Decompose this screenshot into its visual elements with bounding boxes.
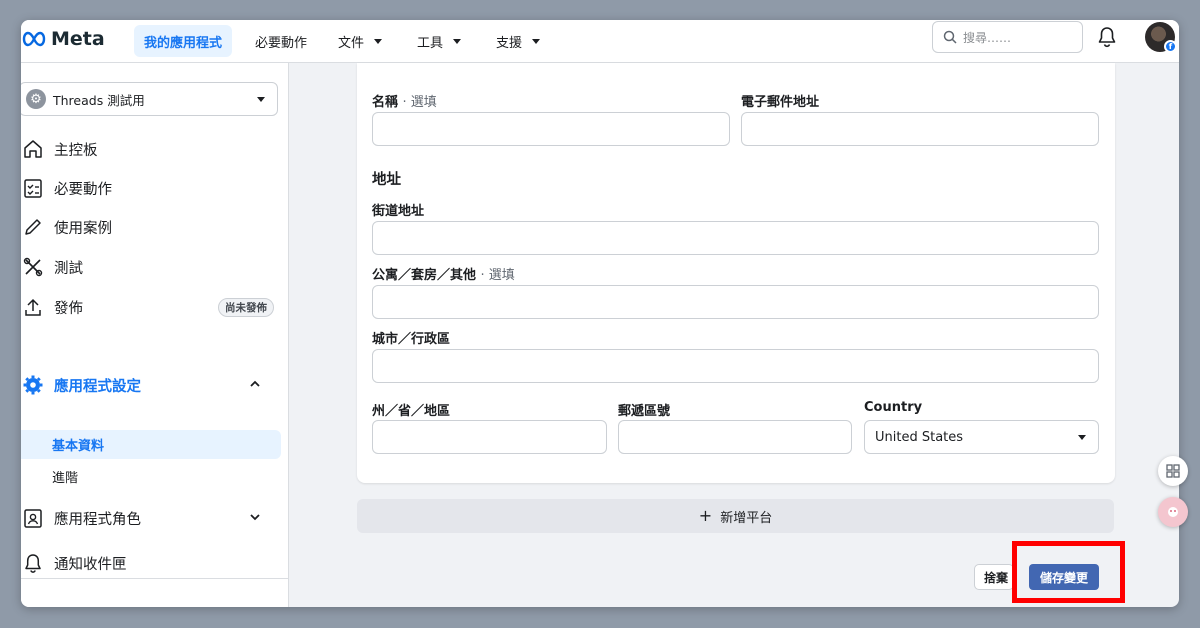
sidebar-divider bbox=[21, 578, 289, 579]
nav-label: 必要動作 bbox=[255, 35, 308, 51]
apartment-field[interactable] bbox=[372, 285, 1099, 319]
nav-support[interactable]: 支援 bbox=[486, 25, 550, 57]
basic-info-form-card: 名稱 · 選填 電子郵件地址 地址 街道地址 公寓／套房／其他 · 選填 城市／… bbox=[357, 63, 1115, 483]
name-field[interactable] bbox=[372, 112, 730, 146]
sidebar-subitem-label: 進階 bbox=[52, 471, 79, 486]
nav-my-apps[interactable]: 我的應用程式 bbox=[134, 25, 233, 57]
country-label: Country bbox=[864, 400, 923, 415]
search-placeholder: 搜尋…… bbox=[963, 30, 1012, 45]
city-label: 城市／行政區 bbox=[372, 332, 451, 347]
bell-icon bbox=[25, 554, 41, 573]
assistant-icon bbox=[1168, 507, 1178, 517]
country-select[interactable]: United States bbox=[864, 420, 1099, 454]
id-card-icon bbox=[24, 509, 42, 528]
tools-icon bbox=[23, 257, 43, 277]
plus-icon: + bbox=[698, 506, 713, 525]
add-platform-label: 新增平台 bbox=[720, 510, 773, 526]
sidebar-section-label: 應用程式設定 bbox=[54, 378, 141, 395]
sidebar-subitem-basic-info[interactable]: 基本資料 bbox=[21, 430, 281, 459]
chevron-down-icon bbox=[250, 514, 260, 521]
meta-infinity-icon bbox=[22, 31, 46, 47]
sidebar-item-label: 通知收件匣 bbox=[54, 556, 127, 573]
sidebar-item-testing[interactable]: 測試 bbox=[21, 250, 281, 284]
caret-down-icon bbox=[374, 38, 383, 44]
sidebar-item-dashboard[interactable]: 主控板 bbox=[21, 132, 281, 166]
optional-hint: · 選填 bbox=[480, 268, 515, 283]
checklist-icon bbox=[24, 179, 42, 198]
nav-label: 支援 bbox=[496, 35, 523, 51]
street-label: 街道地址 bbox=[372, 204, 425, 219]
nav-docs[interactable]: 文件 bbox=[328, 25, 392, 57]
zip-label: 郵遞區號 bbox=[618, 404, 671, 419]
search-input[interactable]: 搜尋…… bbox=[932, 21, 1083, 53]
sidebar-section-app-settings[interactable]: 應用程式設定 bbox=[21, 368, 281, 402]
nav-label: 我的應用程式 bbox=[144, 35, 223, 51]
app-selector-dropdown[interactable]: ⚙ Threads 測試用 bbox=[21, 82, 278, 116]
chevron-up-icon bbox=[250, 380, 260, 387]
add-platform-button[interactable]: + 新增平台 bbox=[357, 499, 1114, 533]
sidebar-subitem-advanced[interactable]: 進階 bbox=[21, 462, 281, 491]
notification-bell-icon[interactable] bbox=[1097, 26, 1117, 48]
status-badge: 尚未發佈 bbox=[218, 298, 274, 317]
sidebar-item-use-cases[interactable]: 使用案例 bbox=[21, 210, 281, 244]
home-icon bbox=[24, 140, 42, 158]
gear-icon bbox=[23, 375, 43, 395]
meta-logo[interactable]: Meta bbox=[21, 28, 105, 50]
discard-button[interactable]: 捨棄 bbox=[974, 564, 1014, 590]
state-label: 州／省／地區 bbox=[372, 404, 451, 419]
assistant-widget-icon[interactable] bbox=[1158, 497, 1188, 527]
sidebar-item-required-actions[interactable]: 必要動作 bbox=[21, 171, 281, 205]
search-icon bbox=[943, 30, 957, 44]
email-field[interactable] bbox=[741, 112, 1099, 146]
upload-icon bbox=[25, 298, 41, 316]
country-value: United States bbox=[875, 429, 964, 445]
logo-text: Meta bbox=[51, 28, 105, 50]
caret-down-icon bbox=[257, 97, 265, 102]
nav-required-actions[interactable]: 必要動作 bbox=[245, 25, 317, 57]
nav-label: 文件 bbox=[338, 35, 365, 51]
sidebar-item-notifications[interactable]: 通知收件匣 bbox=[21, 546, 281, 580]
apartment-label: 公寓／套房／其他 · 選填 bbox=[372, 264, 515, 283]
facebook-badge-icon: f bbox=[1164, 40, 1177, 53]
caret-down-icon bbox=[1078, 435, 1086, 440]
pencil-icon bbox=[25, 219, 41, 235]
email-label: 電子郵件地址 bbox=[741, 95, 820, 110]
discard-label: 捨棄 bbox=[984, 570, 1009, 585]
city-field[interactable] bbox=[372, 349, 1099, 383]
sidebar-item-app-roles[interactable]: 應用程式角色 bbox=[21, 501, 281, 535]
app-window: Meta 我的應用程式 必要動作 文件 工具 支援 搜尋…… f ⚙ Threa… bbox=[21, 20, 1179, 607]
app-icon: ⚙ bbox=[26, 89, 46, 109]
apartment-label-text: 公寓／套房／其他 bbox=[372, 268, 477, 283]
optional-hint: · 選填 bbox=[402, 95, 437, 110]
nav-label: 工具 bbox=[417, 35, 444, 51]
state-field[interactable] bbox=[372, 420, 607, 454]
highlight-box bbox=[1012, 541, 1125, 603]
sidebar-item-label: 必要動作 bbox=[54, 181, 112, 198]
sidebar-subitem-label: 基本資料 bbox=[52, 439, 105, 454]
name-label-text: 名稱 bbox=[372, 95, 399, 110]
street-field[interactable] bbox=[372, 221, 1099, 255]
top-navigation-bar: Meta 我的應用程式 必要動作 文件 工具 支援 搜尋…… f bbox=[21, 20, 1179, 63]
sidebar-item-label: 主控板 bbox=[54, 142, 98, 159]
sidebar-item-label: 應用程式角色 bbox=[54, 511, 141, 528]
sidebar-item-label: 測試 bbox=[54, 260, 83, 277]
caret-down-icon bbox=[532, 38, 541, 44]
caret-down-icon bbox=[453, 38, 462, 44]
grid-icon bbox=[1166, 464, 1180, 478]
zip-field[interactable] bbox=[618, 420, 852, 454]
address-section-title: 地址 bbox=[372, 172, 401, 188]
app-name: Threads 測試用 bbox=[53, 92, 145, 108]
sidebar-item-publish[interactable]: 發佈 尚未發佈 bbox=[21, 290, 281, 324]
sidebar: ⚙ Threads 測試用 主控板 必要動作 使用案例 測試 發佈 尚未發佈 應… bbox=[21, 63, 289, 607]
nav-tools[interactable]: 工具 bbox=[407, 25, 471, 57]
sidebar-item-label: 使用案例 bbox=[54, 220, 112, 237]
name-label: 名稱 · 選填 bbox=[372, 91, 437, 110]
grid-widget-icon[interactable] bbox=[1158, 456, 1188, 486]
sidebar-item-label: 發佈 bbox=[54, 300, 83, 317]
